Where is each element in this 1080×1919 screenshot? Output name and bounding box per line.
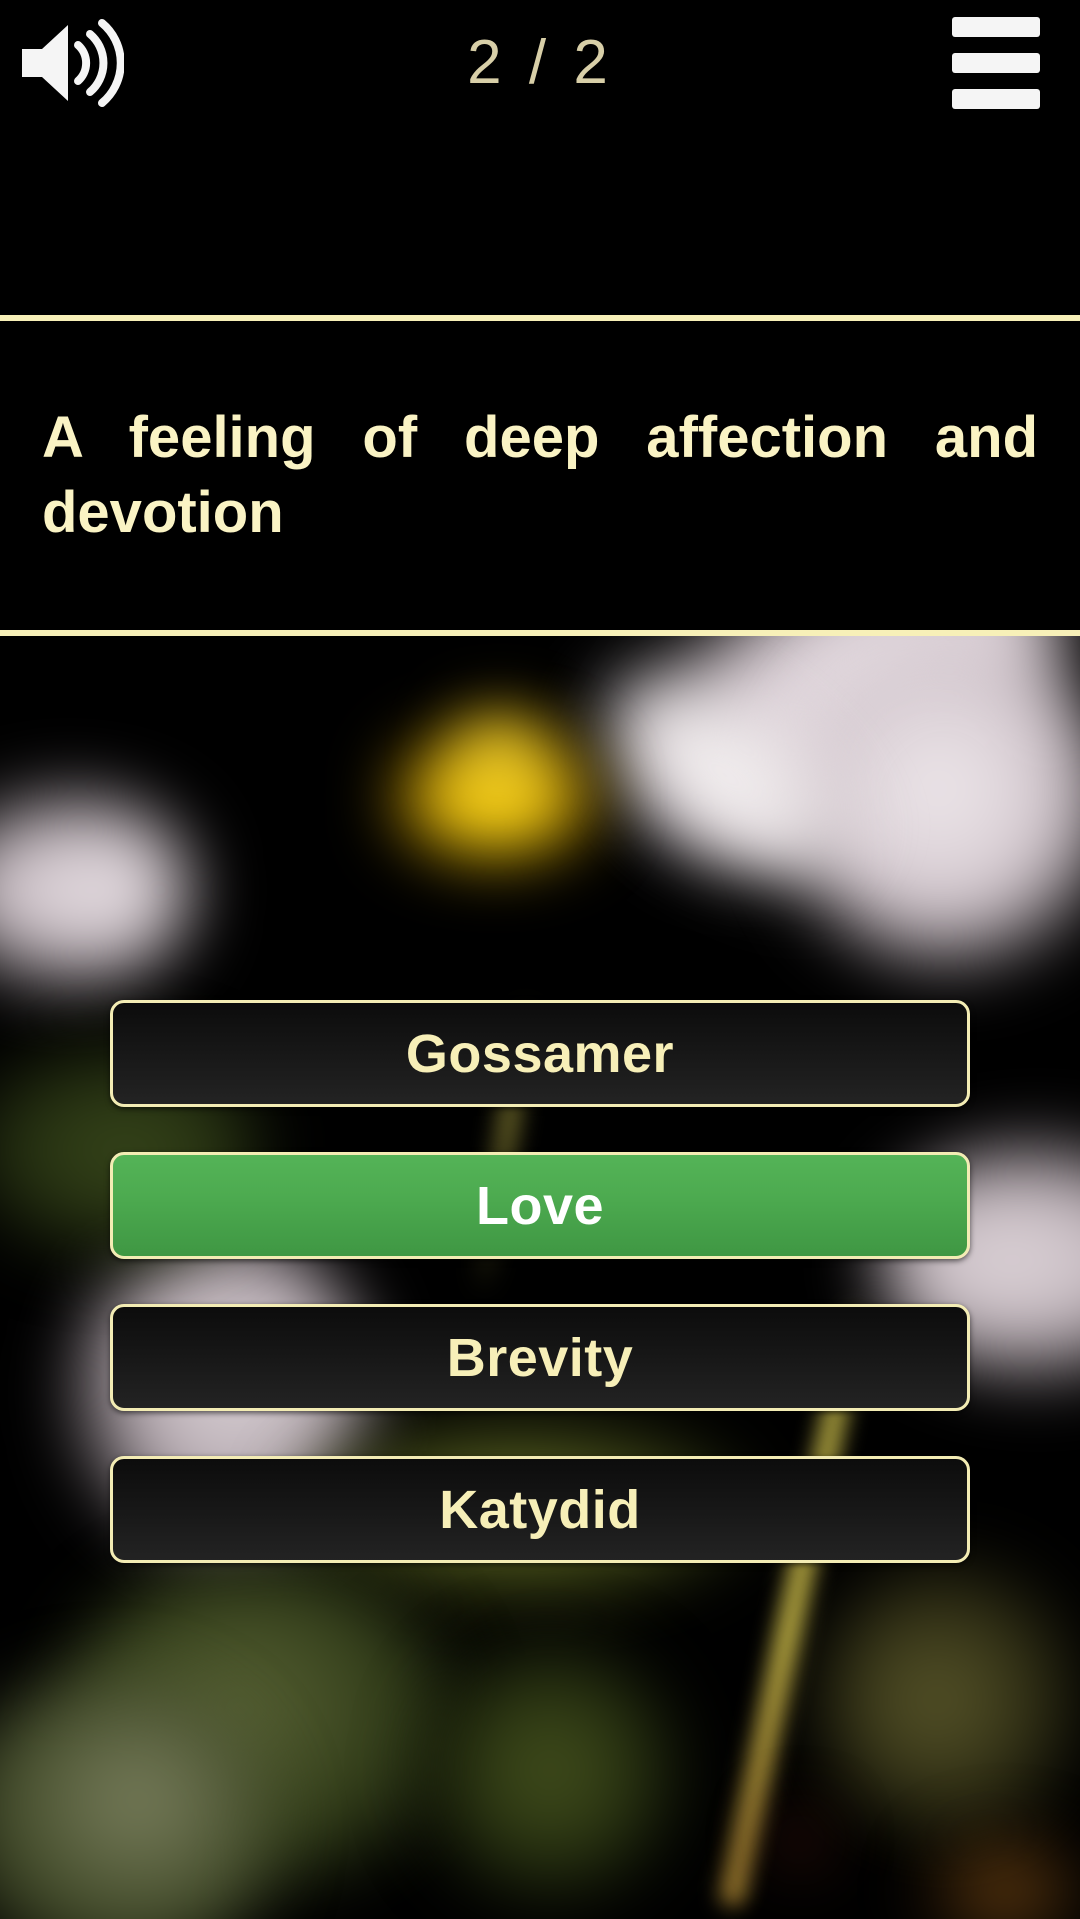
petal-blur-left — [0, 790, 190, 990]
answer-options-list: Gossamer Love Brevity Katydid — [0, 1000, 1080, 1563]
leaf-blur-6 — [820, 1560, 1080, 1840]
divider-bottom — [0, 630, 1080, 636]
sound-toggle-button[interactable] — [0, 0, 150, 125]
speaker-volume-icon — [22, 18, 124, 107]
hamburger-bar-3 — [952, 88, 1040, 109]
answer-option-3-label: Brevity — [446, 1327, 634, 1388]
divider-top — [0, 315, 1080, 321]
question-counter: 2 / 2 — [467, 28, 613, 97]
hamburger-bar-2 — [952, 52, 1040, 73]
flower-center-highlight — [455, 715, 545, 805]
hamburger-bar-1 — [952, 16, 1040, 37]
answer-option-2[interactable]: Love — [110, 1152, 970, 1259]
header-spacer-panel — [0, 125, 1080, 315]
answer-option-1-label: Gossamer — [405, 1023, 675, 1084]
answer-option-1[interactable]: Gossamer — [110, 1000, 970, 1107]
leaf-blur-4 — [420, 1640, 680, 1900]
red-bokeh — [770, 1810, 830, 1870]
answer-option-2-label: Love — [475, 1175, 605, 1236]
app-header: 2 / 2 — [0, 0, 1080, 125]
question-text: A feeling of deep affection and devotion — [42, 405, 1038, 545]
orange-bokeh — [920, 1830, 1080, 1919]
answer-option-4[interactable]: Katydid — [110, 1456, 970, 1563]
answer-option-4-label: Katydid — [439, 1479, 641, 1540]
menu-button[interactable] — [930, 0, 1080, 125]
answer-option-3[interactable]: Brevity — [110, 1304, 970, 1411]
question-container: A feeling of deep affection and devotion — [0, 321, 1080, 630]
quiz-screen: 2 / 2 A feeling of deep affection and de… — [0, 0, 1080, 1919]
